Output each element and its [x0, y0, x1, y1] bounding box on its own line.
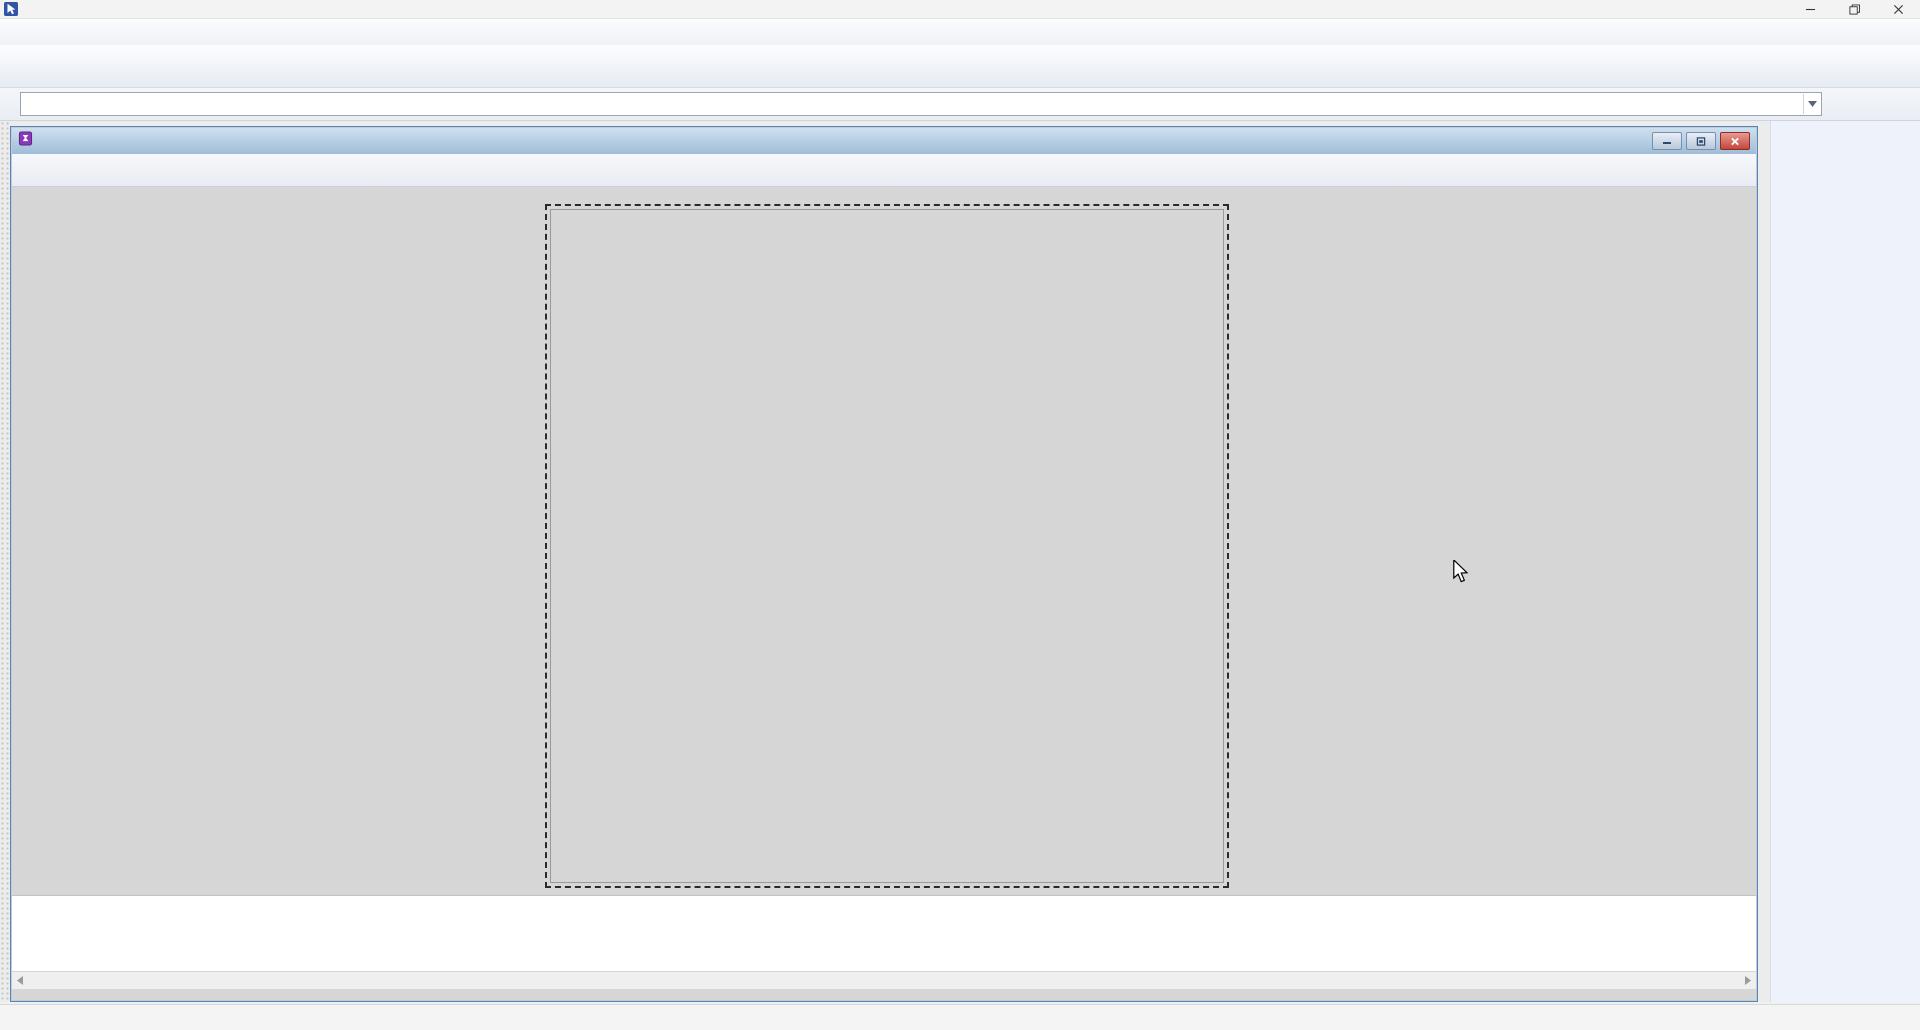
document-toolbar: [12, 154, 1756, 187]
mouse-cursor: [1450, 560, 1472, 589]
status-bar: [0, 1004, 1920, 1030]
app-window: [0, 0, 1920, 1030]
menu-bar: [0, 18, 1920, 45]
combo-dropdown-icon[interactable]: [1803, 94, 1821, 114]
recently-used-bar: [0, 88, 1920, 121]
doc-minimize-button[interactable]: [1652, 132, 1682, 150]
close-button[interactable]: [1876, 0, 1920, 18]
frame-scrollbar[interactable]: [12, 971, 1756, 989]
minimize-button[interactable]: [1788, 0, 1832, 18]
document-controls: [1652, 132, 1750, 150]
main-toolbar: [0, 45, 1920, 88]
doc-close-button[interactable]: [1720, 132, 1750, 150]
document-title-bar: [12, 128, 1756, 154]
scroll-left-icon[interactable]: [16, 976, 24, 985]
frame-strip: [12, 895, 1756, 971]
recently-used-combobox[interactable]: [20, 92, 1822, 116]
window-controls: [1788, 0, 1920, 18]
document-window: [10, 126, 1758, 1002]
left-gripper: [0, 121, 10, 1002]
document-icon: [18, 131, 33, 151]
doc-restore-button[interactable]: [1686, 132, 1716, 150]
canvas-area: [12, 187, 1756, 895]
title-bar: [0, 0, 1920, 18]
restore-button[interactable]: [1832, 0, 1876, 18]
right-panel: [1770, 121, 1920, 1002]
pixel-canvas[interactable]: [550, 209, 1224, 883]
scroll-right-icon[interactable]: [1744, 976, 1752, 985]
